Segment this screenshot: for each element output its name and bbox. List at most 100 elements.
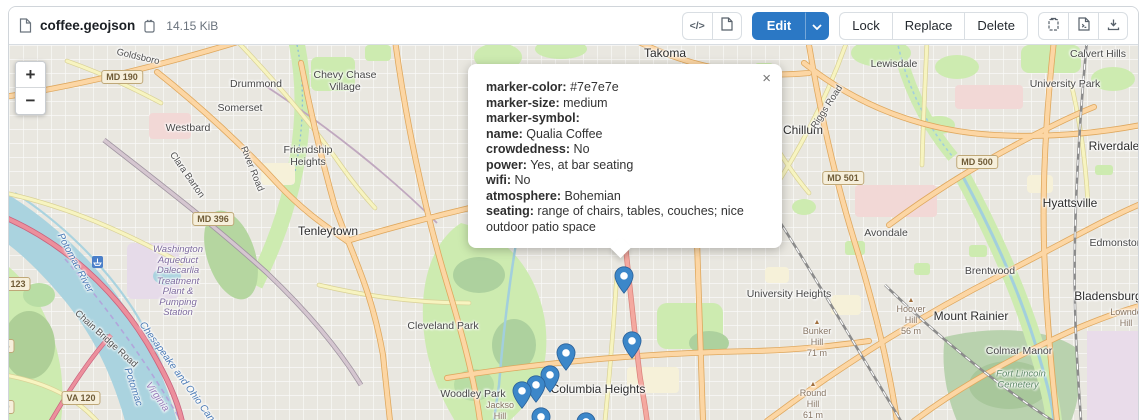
- map-water-label: Potomac River: [55, 231, 95, 294]
- map-place-label: Columbia Heights: [551, 382, 646, 396]
- map-place-label: Cleveland Park: [407, 320, 478, 332]
- map-place-label: Somerset: [218, 102, 263, 114]
- route-shield: MD 396: [192, 212, 234, 226]
- zoom-in-button[interactable]: +: [16, 62, 45, 88]
- map-hill-label: ▲BunkerHill71 m: [803, 319, 832, 359]
- map-place-label: Calvert Hills: [1070, 48, 1126, 60]
- popup-property-row: marker-size: medium: [486, 96, 766, 112]
- map-place-label: Woodley Park: [440, 388, 505, 400]
- map-place-label: Avondale: [864, 227, 908, 239]
- map-marker[interactable]: [622, 331, 642, 359]
- file-size: 14.15 KiB: [166, 19, 218, 33]
- map-place-label: Fort Lincoln: [996, 369, 1046, 380]
- map-area-label: WashingtonAqueductDalecarliaTreatmentPla…: [153, 245, 203, 319]
- map-place-label: Colmar Manor: [986, 345, 1053, 357]
- replace-button[interactable]: Replace: [892, 12, 965, 40]
- map-place-label: Riverdale: [1089, 139, 1138, 153]
- popup-property-row: atmosphere: Bohemian: [486, 189, 766, 205]
- clipboard-icon: [1047, 17, 1060, 34]
- file-name: coffee.geojson: [40, 18, 135, 33]
- copy-file-icon[interactable]: [143, 19, 156, 33]
- popup-property-row: wifi: No: [486, 173, 766, 189]
- map-road-label: Goldsboro: [115, 47, 160, 68]
- map-road-label: Chain Bridge Road: [72, 308, 139, 370]
- map-place-label: Hyattsville: [1043, 196, 1098, 210]
- map-place-label: Edmonston: [1089, 237, 1138, 249]
- edit-split-button: Edit: [752, 12, 830, 40]
- map-place-label: Lewisdale: [871, 58, 918, 70]
- map-boundary-label: Virginia: [143, 380, 171, 413]
- map-place-label: Takoma: [644, 46, 686, 60]
- map-place-label: Drummond: [230, 78, 282, 90]
- map-marker[interactable]: [512, 381, 532, 409]
- view-toggle-group: </>: [682, 12, 742, 40]
- edit-menu-button[interactable]: [805, 12, 829, 40]
- map-place-label: University Park: [1030, 78, 1101, 90]
- code-icon: </>: [690, 20, 705, 32]
- map-place-label: Friendship: [283, 144, 332, 156]
- document-icon: [721, 17, 733, 34]
- copy-contents-button[interactable]: [1038, 12, 1068, 40]
- popup-properties: marker-color: #7e7e7emarker-size: medium…: [486, 80, 766, 235]
- popup-property-row: marker-symbol:: [486, 111, 766, 127]
- rendered-view-button[interactable]: [712, 12, 742, 40]
- raw-file-button[interactable]: [1068, 12, 1098, 40]
- popup-property-row: seating: range of chairs, tables, couche…: [486, 204, 766, 235]
- route-shield: MD 500: [956, 155, 998, 169]
- header-actions: </> Edit Lock Replace Delete: [682, 12, 1128, 40]
- map-zoom-control: + −: [15, 61, 46, 115]
- map-water-label: Potomac: [122, 367, 145, 408]
- chevron-down-icon: [812, 18, 822, 33]
- popup-property-row: crowdedness: No: [486, 142, 766, 158]
- map[interactable]: Takoma Drummond Chevy ChaseVillage Somerset…: [9, 45, 1138, 420]
- map-water-label: Chesapeake and Ohio Canal: [137, 320, 221, 420]
- route-shield: VA 120: [61, 391, 100, 405]
- peak-icon: ▲: [803, 319, 832, 326]
- file-icon: [19, 18, 32, 33]
- utility-icons-group: [1038, 12, 1128, 40]
- geojson-file-card: coffee.geojson 14.15 KiB </> Edit Lock R…: [8, 6, 1139, 420]
- peak-icon: ▲: [896, 297, 925, 304]
- map-place-label: Village: [329, 81, 360, 93]
- route-shield: 5: [9, 339, 15, 353]
- delete-button[interactable]: Delete: [964, 12, 1028, 40]
- popup-property-row: name: Qualia Coffee: [486, 127, 766, 143]
- download-button[interactable]: [1098, 12, 1128, 40]
- map-marker[interactable]: [576, 412, 596, 420]
- map-road-label: River Road: [238, 145, 266, 193]
- route-shield: VA 123: [9, 277, 31, 291]
- map-place-label: Cemetery: [997, 380, 1038, 391]
- popup-close-icon[interactable]: ×: [760, 69, 773, 88]
- map-hill-label: JacksoHill: [486, 400, 514, 420]
- route-shield: MD 501: [822, 171, 864, 185]
- map-road-label: Riggs Road: [809, 83, 845, 131]
- popup-property-row: marker-color: #7e7e7e: [486, 80, 766, 96]
- map-marker[interactable]: [614, 266, 634, 294]
- lock-button[interactable]: Lock: [839, 12, 891, 40]
- map-place-label: Bladensburg: [1074, 289, 1138, 303]
- map-place-label: Chillum: [783, 123, 823, 137]
- map-marker[interactable]: [531, 407, 551, 420]
- file-header: coffee.geojson 14.15 KiB </> Edit Lock R…: [9, 7, 1138, 45]
- popup-property-row: power: Yes, at bar seating: [486, 158, 766, 174]
- map-place-label: Chevy Chase: [313, 69, 376, 81]
- map-place-label: University Heights: [747, 288, 832, 300]
- route-shield: MD 190: [101, 70, 143, 84]
- map-road-label: Clara Barton: [167, 150, 207, 200]
- map-place-label: Westbard: [166, 122, 211, 134]
- download-icon: [1107, 18, 1120, 34]
- zoom-out-button[interactable]: −: [16, 88, 45, 114]
- map-place-label: Mount Rainier: [934, 309, 1009, 323]
- map-place-label: Tenleytown: [298, 224, 358, 238]
- edit-button[interactable]: Edit: [752, 12, 806, 40]
- map-place-label: Heights: [290, 156, 326, 168]
- peak-icon: ▲: [800, 381, 827, 388]
- code-view-button[interactable]: </>: [682, 12, 712, 40]
- file-code-icon: [1078, 17, 1090, 34]
- map-hill-label: ▲RoundHill61 m: [800, 381, 827, 420]
- feature-popup: × marker-color: #7e7e7emarker-size: medi…: [468, 64, 782, 248]
- map-place-label: Brentwood: [965, 265, 1015, 277]
- file-actions-group: Lock Replace Delete: [839, 12, 1028, 40]
- route-shield: 9: [9, 400, 15, 414]
- screenshot-stage: coffee.geojson 14.15 KiB </> Edit Lock R…: [0, 0, 1147, 420]
